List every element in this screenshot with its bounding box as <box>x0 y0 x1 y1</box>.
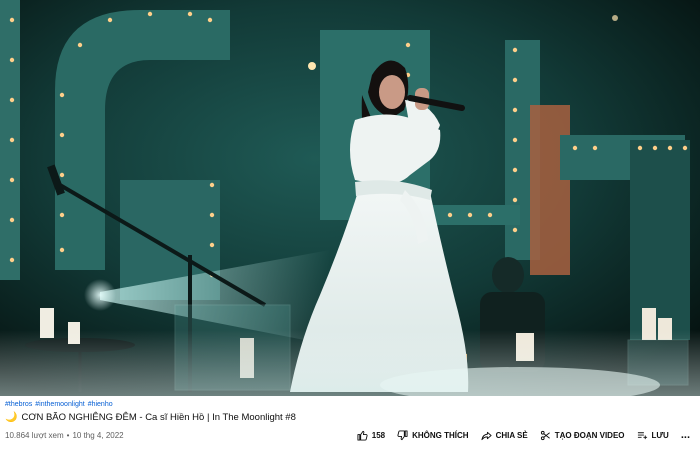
clip-button[interactable]: TẠO ĐOẠN VIDEO <box>540 430 625 441</box>
save-label: LƯU <box>651 430 669 440</box>
upload-date: 10 thg 4, 2022 <box>72 431 124 440</box>
share-label: CHIA SẺ <box>495 430 528 440</box>
meta-separator: • <box>66 431 70 440</box>
scissors-icon <box>540 430 551 441</box>
save-button[interactable]: LƯU <box>637 430 669 441</box>
share-button[interactable]: CHIA SẺ <box>481 430 528 441</box>
more-dots-icon: ... <box>680 429 690 441</box>
video-title: 🌙 CƠN BÃO NGHIÊNG ĐÊM - Ca sĩ Hiền Hồ | … <box>5 412 296 423</box>
share-arrow-icon <box>481 430 492 441</box>
view-count: 10.864 lượt xem <box>5 431 64 440</box>
video-info: #thebros #inthemoonlight #hienho 🌙 CƠN B… <box>0 396 700 453</box>
hashtag-link[interactable]: #thebros <box>5 401 32 408</box>
dislike-label: KHÔNG THÍCH <box>412 430 469 440</box>
like-button[interactable]: 158 <box>357 430 385 441</box>
like-count: 158 <box>371 430 386 440</box>
dislike-button[interactable]: KHÔNG THÍCH <box>397 429 469 441</box>
video-player[interactable] <box>0 0 700 396</box>
clip-label: TẠO ĐOẠN VIDEO <box>554 430 625 440</box>
hashtag-link[interactable]: #inthemoonlight <box>35 401 84 408</box>
video-frame <box>0 0 700 396</box>
more-actions-button[interactable]: ... <box>681 429 690 441</box>
video-title-text: CƠN BÃO NGHIÊNG ĐÊM - Ca sĩ Hiền Hồ | In… <box>21 412 296 423</box>
action-bar: 158 KHÔNG THÍCH CHIA SẺ TẠO ĐOẠN VIDEO L… <box>357 429 690 441</box>
video-meta: 10.864 lượt xem • 10 thg 4, 2022 <box>5 431 124 440</box>
playlist-add-icon <box>637 430 648 441</box>
thumb-up-icon <box>357 430 368 441</box>
moon-emoji-icon: 🌙 <box>5 411 18 423</box>
hashtag-list: #thebros #inthemoonlight #hienho <box>5 401 113 408</box>
thumb-down-icon <box>397 429 408 441</box>
hashtag-link[interactable]: #hienho <box>88 401 113 408</box>
